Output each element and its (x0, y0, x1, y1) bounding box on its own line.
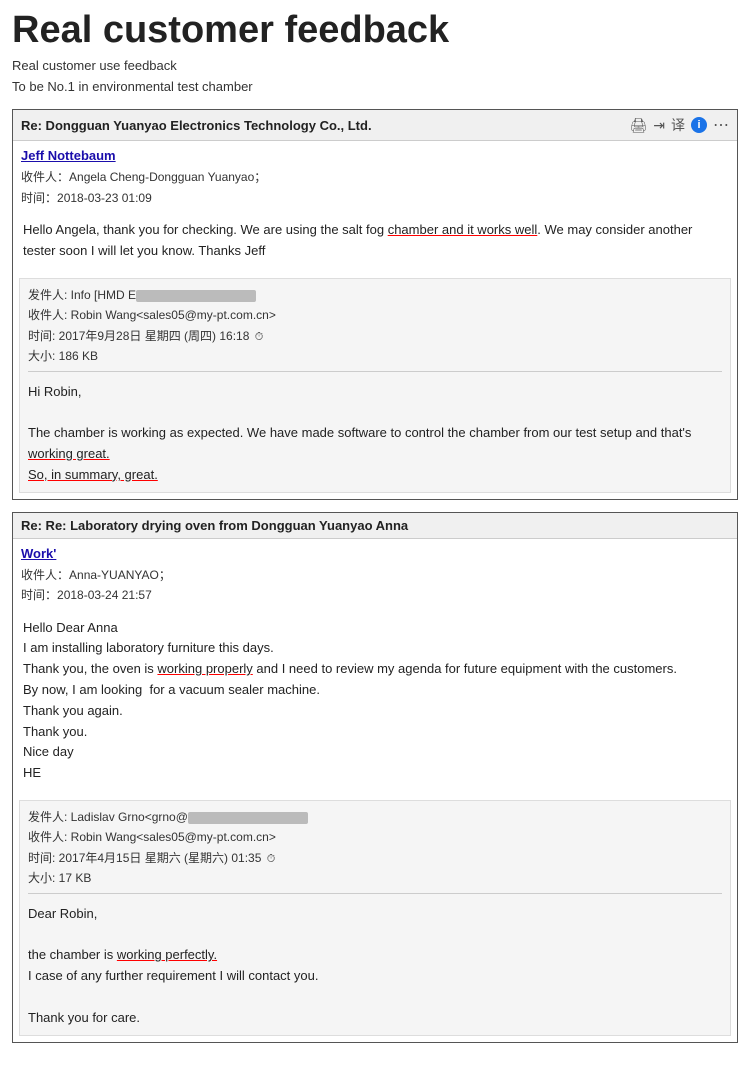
email2-header-title: Re: Re: Laboratory drying oven from Dong… (21, 518, 408, 533)
translate-icon[interactable]: 译 (671, 115, 685, 135)
email1-time-value: 2018-03-23 01:09 (57, 191, 152, 205)
email1-to-value: Angela Cheng-Dongguan Yuanyao； (69, 170, 266, 184)
email1-header-icons: 🖨 ⇥ 译 i ⋯ (629, 115, 729, 135)
email1-time-label: 时间： (21, 191, 57, 205)
email1-body-text: Hello Angela, thank you for checking. We… (23, 220, 727, 262)
nested2-time: 时间: 2017年4月15日 星期六 (星期六) 01:35 (28, 848, 722, 869)
nested1-from: 发件人: Info [HMD E (28, 285, 722, 305)
clock-icon-1 (253, 329, 264, 343)
subtitle-line1: Real customer use feedback (12, 58, 177, 73)
nested2-from: 发件人: Ladislav Grno<grno@ (28, 807, 722, 827)
nested2-highlight-1: working perfectly. (117, 947, 217, 962)
nested1-size: 大小: 186 KB (28, 346, 722, 366)
nested2-from-label: 发件人: Ladislav Grno<grno@ (28, 810, 188, 824)
email1-meta: Jeff Nottebaum 收件人：Angela Cheng-Dongguan… (13, 141, 737, 212)
nested1-to: 收件人: Robin Wang<sales05@my-pt.com.cn> (28, 305, 722, 325)
nested1-divider (28, 371, 722, 372)
nested1-from-label: 发件人: Info [HMD E (28, 288, 136, 302)
nested2-body: Dear Robin, the chamber is working perfe… (28, 898, 722, 1029)
page-subtitle: Real customer use feedback To be No.1 in… (12, 56, 738, 98)
email2-sender-blurred (56, 549, 136, 561)
email2-meta: Work' 收件人：Anna-YUANYAO； 时间：2018-03-24 21… (13, 539, 737, 610)
nested2-size: 大小: 17 KB (28, 868, 722, 888)
nested2-to: 收件人: Robin Wang<sales05@my-pt.com.cn> (28, 827, 722, 847)
email1-header: Re: Dongguan Yuanyao Electronics Technol… (13, 110, 737, 141)
email1-sender: Jeff Nottebaum (21, 148, 116, 163)
print-icon[interactable]: 🖨 (629, 117, 647, 134)
nested1-highlight-2: So, in summary, great. (28, 467, 158, 482)
email1-nested: 发件人: Info [HMD E 收件人: Robin Wang<sales05… (19, 278, 731, 493)
email2-sender: Work' (21, 546, 56, 561)
forward-icon[interactable]: ⇥ (653, 117, 665, 134)
email1-body: Hello Angela, thank you for checking. We… (13, 212, 737, 272)
email-block-1: Re: Dongguan Yuanyao Electronics Technol… (12, 109, 738, 499)
nested1-time-label: 时间: 2017年9月28日 星期四 (周四) 16:18 (28, 329, 249, 343)
nested2-size-label: 大小: 17 KB (28, 871, 91, 885)
nested1-highlight-1: working great. (28, 446, 110, 461)
clock-icon-2 (265, 851, 276, 865)
nested1-from-blurred (136, 290, 256, 302)
nested2-to-label: 收件人: Robin Wang<sales05@my-pt.com.cn> (28, 830, 276, 844)
nested2-divider (28, 893, 722, 894)
email2-to-value: Anna-YUANYAO； (69, 568, 171, 582)
nested2-time-label: 时间: 2017年4月15日 星期六 (星期六) 01:35 (28, 851, 261, 865)
menu-icon[interactable]: ⋯ (713, 115, 729, 135)
email2-time-label: 时间： (21, 588, 57, 602)
nested2-from-blurred (188, 812, 308, 824)
email2-highlight-1: working properly (157, 661, 252, 676)
nested1-body: Hi Robin, The chamber is working as expe… (28, 376, 722, 486)
email1-to-label: 收件人： (21, 170, 69, 184)
email2-time-value: 2018-03-24 21:57 (57, 588, 152, 602)
email2-nested: 发件人: Ladislav Grno<grno@ 收件人: Robin Wang… (19, 800, 731, 1036)
email-block-2: Re: Re: Laboratory drying oven from Dong… (12, 512, 738, 1043)
page-title: Real customer feedback (12, 10, 738, 52)
email2-to-label: 收件人： (21, 568, 69, 582)
subtitle-line2: To be No.1 in environmental test chamber (12, 79, 253, 94)
email2-body: Hello Dear Anna I am installing laborato… (13, 610, 737, 794)
email1-header-title: Re: Dongguan Yuanyao Electronics Technol… (21, 118, 372, 133)
email1-highlight-1: chamber and it works well (388, 222, 538, 237)
info-icon[interactable]: i (691, 117, 707, 133)
nested1-size-label: 大小: 186 KB (28, 349, 98, 363)
nested1-time: 时间: 2017年9月28日 星期四 (周四) 16:18 (28, 326, 722, 347)
email2-header: Re: Re: Laboratory drying oven from Dong… (13, 513, 737, 539)
nested1-to-label: 收件人: Robin Wang<sales05@my-pt.com.cn> (28, 308, 276, 322)
